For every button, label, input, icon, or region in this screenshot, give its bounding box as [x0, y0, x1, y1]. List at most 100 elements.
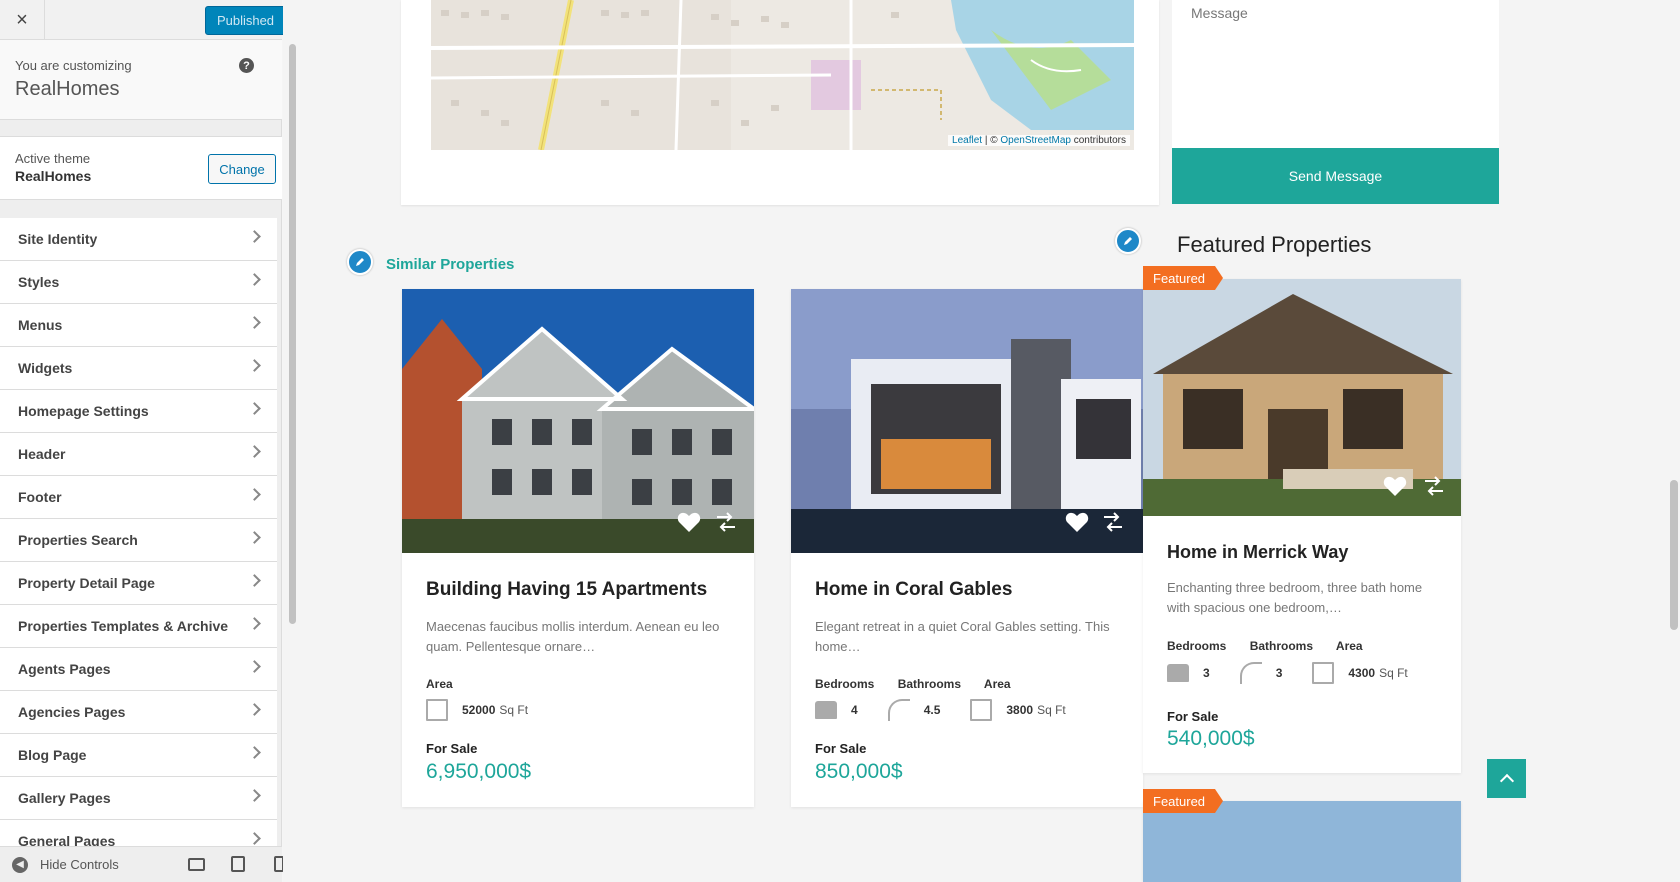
- chevron-right-icon: [248, 746, 261, 759]
- area-icon: [970, 699, 993, 721]
- shower-icon: [1239, 662, 1262, 684]
- menu-item-header[interactable]: Header: [0, 433, 277, 476]
- menu-item-site-identity[interactable]: Site Identity: [0, 218, 277, 261]
- compare-icon[interactable]: [715, 511, 737, 533]
- property-image[interactable]: [1143, 801, 1461, 882]
- featured-properties-heading: Featured Properties: [1177, 232, 1372, 257]
- menu-item-label: Homepage Settings: [18, 403, 149, 419]
- property-excerpt: Elegant retreat in a quiet Coral Gables …: [815, 619, 1110, 654]
- property-title[interactable]: Home in Coral Gables: [815, 579, 1012, 601]
- property-price: 540,000$: [1167, 727, 1255, 750]
- attrib-tail: contributors: [1070, 135, 1126, 146]
- chevron-right-icon: [248, 703, 261, 716]
- menu-item-blog-page[interactable]: Blog Page: [0, 734, 277, 777]
- area-label: Area: [1335, 639, 1363, 653]
- featured-badge: Featured: [1143, 789, 1224, 813]
- message-textarea[interactable]: Message: [1172, 0, 1499, 148]
- menu-item-homepage-settings[interactable]: Homepage Settings: [0, 390, 277, 433]
- customizer-header: × Published: [0, 0, 286, 40]
- favorite-heart-icon[interactable]: [1065, 511, 1089, 533]
- osm-link[interactable]: OpenStreetMap: [1000, 135, 1071, 146]
- property-meta-labels: Bedrooms Bathrooms Area: [815, 677, 1031, 691]
- property-status: For Sale: [426, 741, 478, 756]
- area-icon: [1312, 662, 1335, 684]
- menu-item-label: Agents Pages: [18, 661, 111, 677]
- bathrooms-value: 3: [1275, 666, 1283, 680]
- close-customizer-button[interactable]: ×: [0, 0, 45, 40]
- chevron-right-icon: [248, 316, 261, 329]
- bed-icon: [815, 701, 837, 719]
- property-status: For Sale: [1167, 709, 1219, 724]
- featured-property-card: Home in Merrick Way Enchanting three bed…: [1143, 279, 1461, 773]
- bedrooms-label: Bedrooms: [1167, 639, 1227, 653]
- property-card: Building Having 15 Apartments Maecenas f…: [402, 289, 754, 807]
- customizer-panel: You are customizing RealHomes ? Active t…: [0, 40, 282, 846]
- desktop-icon[interactable]: [188, 858, 205, 871]
- edit-shortcut-icon[interactable]: [347, 249, 373, 275]
- chevron-right-icon: [248, 617, 261, 630]
- edit-shortcut-icon[interactable]: [1115, 228, 1141, 254]
- menu-item-label: Site Identity: [18, 231, 98, 247]
- menu-item-styles[interactable]: Styles: [0, 261, 277, 304]
- chevron-right-icon: [248, 832, 261, 845]
- scroll-to-top-button[interactable]: [1487, 759, 1526, 798]
- property-image[interactable]: [402, 289, 754, 553]
- bathrooms-value: 4.5: [923, 703, 941, 717]
- chevron-right-icon: [248, 488, 261, 501]
- property-meta-labels: Bedrooms Bathrooms Area: [1167, 639, 1383, 653]
- sidebar-scrollbar[interactable]: [289, 44, 296, 624]
- leaflet-link[interactable]: Leaflet: [952, 135, 982, 146]
- favorite-heart-icon[interactable]: [1383, 475, 1407, 497]
- area-value: 3800 Sq Ft: [1006, 703, 1066, 717]
- help-icon[interactable]: ?: [239, 58, 254, 73]
- bathrooms-label: Bathrooms: [897, 677, 962, 691]
- menu-item-property-detail-page[interactable]: Property Detail Page: [0, 562, 277, 605]
- property-meta-values: 3 3 4300 Sq Ft: [1167, 662, 1438, 684]
- compare-icon[interactable]: [1423, 475, 1445, 497]
- chevron-right-icon: [248, 359, 261, 372]
- menu-item-agencies-pages[interactable]: Agencies Pages: [0, 691, 277, 734]
- property-image[interactable]: [1143, 279, 1461, 516]
- preview-scrollbar[interactable]: [1670, 480, 1678, 630]
- menu-item-label: Property Detail Page: [18, 575, 155, 591]
- send-message-button[interactable]: Send Message: [1172, 148, 1499, 204]
- site-preview: Leaflet | © OpenStreetMap contributors M…: [283, 0, 1680, 882]
- message-placeholder: Message: [1191, 5, 1248, 21]
- menu-item-label: Header: [18, 446, 66, 462]
- tablet-icon[interactable]: [231, 856, 245, 872]
- menu-item-properties-search[interactable]: Properties Search: [0, 519, 277, 562]
- property-image[interactable]: [791, 289, 1143, 553]
- property-title[interactable]: Building Having 15 Apartments: [426, 579, 707, 601]
- property-excerpt: Maecenas faucibus mollis interdum. Aenea…: [426, 619, 720, 654]
- area-value: 4300 Sq Ft: [1348, 666, 1408, 680]
- property-status: For Sale: [815, 741, 867, 756]
- customizer-menu: Site Identity Styles Menus Widgets Homep…: [0, 218, 282, 846]
- map-attribution: Leaflet | © OpenStreetMap contributors: [948, 135, 1130, 146]
- property-map[interactable]: Leaflet | © OpenStreetMap contributors: [431, 0, 1134, 150]
- favorite-heart-icon[interactable]: [677, 511, 701, 533]
- menu-item-footer[interactable]: Footer: [0, 476, 277, 519]
- hide-controls-label: Hide Controls: [40, 857, 119, 872]
- compare-icon[interactable]: [1102, 511, 1124, 533]
- menu-item-agents-pages[interactable]: Agents Pages: [0, 648, 277, 691]
- map-tiles: [431, 0, 1134, 150]
- property-title[interactable]: Home in Merrick Way: [1167, 542, 1348, 563]
- attrib-separator: | ©: [982, 135, 1001, 146]
- published-button[interactable]: Published: [205, 6, 286, 35]
- menu-item-label: Properties Templates & Archive: [18, 618, 229, 634]
- menu-item-menus[interactable]: Menus: [0, 304, 277, 347]
- menu-item-properties-templates[interactable]: Properties Templates & Archive: [0, 605, 277, 648]
- chevron-right-icon: [248, 574, 261, 587]
- menu-item-gallery-pages[interactable]: Gallery Pages: [0, 777, 277, 820]
- property-meta-values: 4 4.5 3800 Sq Ft: [815, 699, 1096, 721]
- chevron-right-icon: [248, 531, 261, 544]
- menu-item-label: Agencies Pages: [18, 704, 126, 720]
- property-excerpt: Enchanting three bedroom, three bath hom…: [1167, 580, 1423, 615]
- chevron-right-icon: [248, 402, 261, 415]
- menu-item-general-pages[interactable]: General Pages: [0, 820, 277, 846]
- menu-item-widgets[interactable]: Widgets: [0, 347, 277, 390]
- property-card: Home in Coral Gables Elegant retreat in …: [791, 289, 1143, 807]
- active-theme-section: Active theme RealHomes Change: [0, 136, 282, 200]
- collapse-icon: ◀: [12, 856, 28, 873]
- change-theme-button[interactable]: Change: [208, 154, 276, 184]
